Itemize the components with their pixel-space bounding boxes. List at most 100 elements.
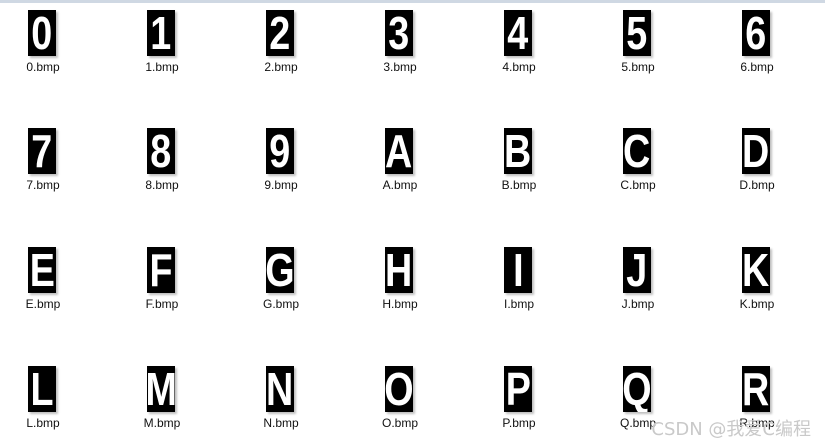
thumbnail-glyph: O <box>385 366 413 412</box>
file-item-4[interactable]: 4 4.bmp <box>476 0 562 86</box>
thumbnail-glyph: A <box>385 128 413 174</box>
file-name-label: H.bmp <box>382 297 418 311</box>
bmp-thumbnail: G <box>266 247 294 293</box>
thumbnail-glyph: G <box>266 247 294 293</box>
file-item-3[interactable]: 3 3.bmp <box>357 0 443 86</box>
thumbnail-glyph: B <box>504 128 532 174</box>
file-name-label: J.bmp <box>621 297 655 311</box>
csdn-watermark: CSDN @我爱C编程 <box>651 419 811 440</box>
file-item-9[interactable]: 9 9.bmp <box>238 118 324 204</box>
bmp-thumbnail: I <box>504 247 532 293</box>
file-item-0[interactable]: 0 0.bmp <box>0 0 86 86</box>
bmp-thumbnail: O <box>385 366 413 412</box>
file-name-label: 8.bmp <box>145 178 179 192</box>
file-name-label: K.bmp <box>739 297 775 311</box>
thumbnail-glyph: F <box>149 247 173 293</box>
thumbnail-glyph: L <box>30 366 54 412</box>
file-item-24[interactable]: O O.bmp <box>357 356 443 442</box>
file-item-25[interactable]: P P.bmp <box>476 356 562 442</box>
thumbnail-glyph: 2 <box>269 10 291 56</box>
bmp-thumbnail: 5 <box>623 10 651 56</box>
thumbnail-glyph: J <box>626 247 648 293</box>
bmp-thumbnail: N <box>266 366 294 412</box>
file-item-16[interactable]: G G.bmp <box>238 237 324 323</box>
file-item-21[interactable]: L L.bmp <box>0 356 86 442</box>
file-name-label: 3.bmp <box>383 60 417 74</box>
file-item-8[interactable]: 8 8.bmp <box>119 118 205 204</box>
file-item-11[interactable]: B B.bmp <box>476 118 562 204</box>
file-name-label: N.bmp <box>263 416 299 430</box>
thumbnail-glyph: E <box>29 247 55 293</box>
bmp-thumbnail: 3 <box>385 10 413 56</box>
file-item-22[interactable]: M M.bmp <box>119 356 205 442</box>
file-name-label: C.bmp <box>620 178 656 192</box>
file-name-label: F.bmp <box>145 297 179 311</box>
file-name-label: A.bmp <box>382 178 418 192</box>
bmp-thumbnail: H <box>385 247 413 293</box>
file-name-label: M.bmp <box>143 416 181 430</box>
thumbnail-glyph: I <box>512 247 524 293</box>
file-name-label: O.bmp <box>381 416 418 430</box>
bmp-thumbnail: B <box>504 128 532 174</box>
thumbnail-glyph: M <box>147 366 175 412</box>
bmp-thumbnail: 0 <box>28 10 56 56</box>
file-name-label: G.bmp <box>262 297 299 311</box>
bmp-thumbnail: 2 <box>266 10 294 56</box>
file-name-label: 7.bmp <box>26 178 60 192</box>
file-item-1[interactable]: 1 1.bmp <box>119 0 205 86</box>
file-name-label: I.bmp <box>503 297 534 311</box>
file-item-14[interactable]: E E.bmp <box>0 237 86 323</box>
file-item-13[interactable]: D D.bmp <box>714 118 800 204</box>
file-name-label: B.bmp <box>501 178 537 192</box>
thumbnail-glyph: 5 <box>626 10 648 56</box>
file-item-6[interactable]: 6 6.bmp <box>714 0 800 86</box>
file-name-label: 5.bmp <box>621 60 655 74</box>
file-name-label: 1.bmp <box>145 60 179 74</box>
file-item-2[interactable]: 2 2.bmp <box>238 0 324 86</box>
thumbnail-glyph: 1 <box>150 10 172 56</box>
thumbnail-glyph: 8 <box>150 128 172 174</box>
bmp-thumbnail: E <box>28 247 56 293</box>
thumbnail-glyph: H <box>385 247 413 293</box>
bmp-thumbnail: 9 <box>266 128 294 174</box>
thumbnail-glyph: Q <box>623 366 651 412</box>
file-item-18[interactable]: I I.bmp <box>476 237 562 323</box>
bmp-thumbnail: P <box>504 366 532 412</box>
file-name-label: L.bmp <box>26 416 60 430</box>
file-item-20[interactable]: K K.bmp <box>714 237 800 323</box>
bmp-thumbnail: 7 <box>28 128 56 174</box>
file-name-label: 4.bmp <box>502 60 536 74</box>
file-name-label: 0.bmp <box>26 60 60 74</box>
bmp-thumbnail: A <box>385 128 413 174</box>
bmp-thumbnail: D <box>742 128 770 174</box>
bmp-thumbnail: R <box>742 366 770 412</box>
thumbnail-glyph: 7 <box>31 128 53 174</box>
thumbnail-glyph: D <box>742 128 770 174</box>
file-item-5[interactable]: 5 5.bmp <box>595 0 681 86</box>
thumbnail-glyph: 6 <box>745 10 767 56</box>
bmp-thumbnail: K <box>742 247 770 293</box>
bmp-thumbnail: C <box>623 128 651 174</box>
file-item-7[interactable]: 7 7.bmp <box>0 118 86 204</box>
file-name-label: D.bmp <box>739 178 775 192</box>
thumbnail-glyph: 0 <box>31 10 53 56</box>
file-item-23[interactable]: N N.bmp <box>238 356 324 442</box>
file-item-12[interactable]: C C.bmp <box>595 118 681 204</box>
thumbnail-glyph: R <box>742 366 770 412</box>
bmp-thumbnail: L <box>28 366 56 412</box>
bmp-thumbnail: J <box>623 247 651 293</box>
bmp-thumbnail: F <box>147 247 175 293</box>
thumbnail-glyph: N <box>266 366 294 412</box>
thumbnail-glyph: P <box>505 366 531 412</box>
thumbnail-glyph: 4 <box>507 10 529 56</box>
bmp-thumbnail: 6 <box>742 10 770 56</box>
bmp-thumbnail: 1 <box>147 10 175 56</box>
file-item-17[interactable]: H H.bmp <box>357 237 443 323</box>
file-item-19[interactable]: J J.bmp <box>595 237 681 323</box>
file-name-label: P.bmp <box>502 416 536 430</box>
file-item-15[interactable]: F F.bmp <box>119 237 205 323</box>
file-name-label: 2.bmp <box>264 60 298 74</box>
bmp-thumbnail: 4 <box>504 10 532 56</box>
file-item-10[interactable]: A A.bmp <box>357 118 443 204</box>
file-name-label: E.bmp <box>25 297 61 311</box>
